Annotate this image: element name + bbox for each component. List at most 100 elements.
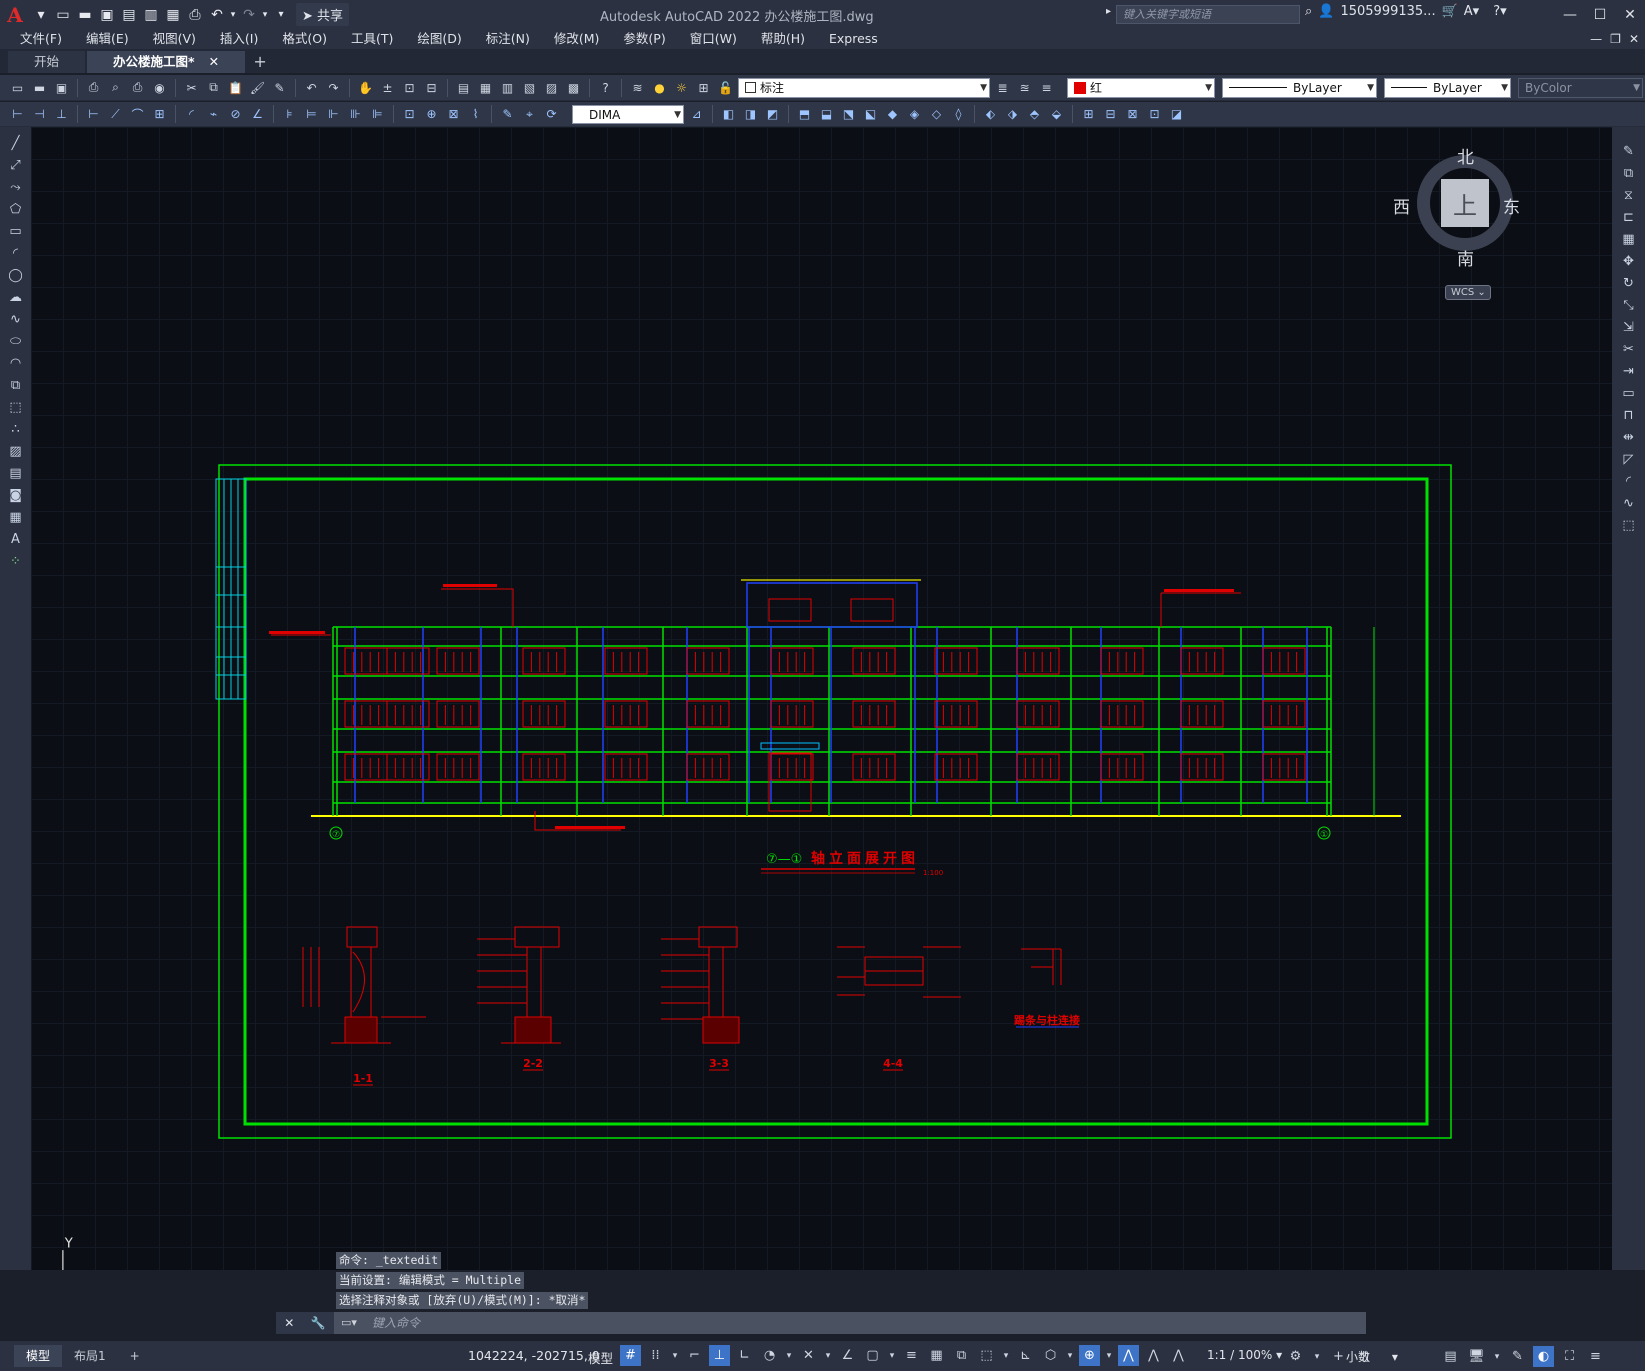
dim-update-icon[interactable]: ⊥	[52, 105, 71, 124]
jogged-linear-icon[interactable]: ⌇	[466, 105, 485, 124]
break-at-point-icon[interactable]: ▭	[1618, 383, 1640, 403]
snap-dropdown-icon[interactable]: ▾	[670, 1345, 680, 1366]
insert-block-icon[interactable]: ⧉	[5, 375, 27, 395]
jogged-dim-icon[interactable]: ⌁	[204, 105, 223, 124]
circle-icon[interactable]: ◯	[5, 265, 27, 285]
publish-icon[interactable]: ▦	[162, 4, 184, 26]
menu-insert[interactable]: 插入(I)	[208, 29, 270, 49]
clean-screen-icon[interactable]: ⛶	[1559, 1346, 1580, 1367]
sheet-set-icon[interactable]: ▧	[520, 78, 539, 97]
plot-icon[interactable]: ⎙	[184, 4, 206, 26]
inspection-icon[interactable]: ⊠	[444, 105, 463, 124]
search-input[interactable]: 键入关键字或短语	[1116, 5, 1300, 24]
dynamic-ucs-icon[interactable]: ⊾	[1015, 1345, 1036, 1366]
ortho-icon[interactable]: ∟	[734, 1345, 755, 1366]
ellipse-arc-icon[interactable]: ◠	[5, 353, 27, 373]
layer-properties-icon[interactable]: ≋	[628, 78, 647, 97]
app-menu-chevron-icon[interactable]: ▾	[30, 4, 52, 26]
isolate-objects-icon[interactable]: ✎	[1507, 1346, 1528, 1367]
command-recent-icon[interactable]: ▭▾	[334, 1312, 364, 1334]
lineweight-display-icon[interactable]: ≡	[901, 1345, 922, 1366]
chamfer-icon[interactable]: ◸	[1618, 449, 1640, 469]
fillet-icon[interactable]: ◜	[1618, 471, 1640, 491]
section-plane-icon[interactable]: ⬙	[1047, 105, 1066, 124]
web-save-icon[interactable]: ▥	[140, 4, 162, 26]
customize-qat-icon[interactable]: ▾	[270, 4, 292, 26]
point-icon[interactable]: ∴	[5, 419, 27, 439]
polyline-icon[interactable]: ⤳	[5, 177, 27, 197]
menu-view[interactable]: 视图(V)	[141, 29, 208, 49]
dim-style-icon[interactable]: ⊣	[30, 105, 49, 124]
add-layout-button[interactable]: +	[118, 1345, 152, 1367]
doc-restore-button[interactable]: ❐	[1610, 29, 1621, 49]
viewcube-top-face[interactable]: 上	[1441, 179, 1489, 227]
revolve-icon[interactable]: ⬕	[861, 105, 880, 124]
compass-east[interactable]: 东	[1503, 193, 1520, 218]
offset-icon[interactable]: ⊏	[1618, 207, 1640, 227]
3d-rotate-icon[interactable]: ⊟	[1101, 105, 1120, 124]
subtract-icon[interactable]: ◇	[927, 105, 946, 124]
sweep-icon[interactable]: ⬔	[839, 105, 858, 124]
tool-palettes-icon[interactable]: ▥	[498, 78, 517, 97]
selection-cycling-icon[interactable]: ⧉	[951, 1345, 972, 1366]
modeling-cone-icon[interactable]: ◩	[763, 105, 782, 124]
rotate-icon[interactable]: ↻	[1618, 273, 1640, 293]
open-icon[interactable]: ▬	[30, 78, 49, 97]
search-icon[interactable]: ⌕	[1305, 4, 1312, 19]
dimstyle-dropdown[interactable]: DIMA ▼	[572, 104, 684, 124]
selection-filter-icon[interactable]: ⬡	[1040, 1345, 1061, 1366]
erase-icon[interactable]: ✎	[1618, 141, 1640, 161]
stretch-icon[interactable]: ⇲	[1618, 317, 1640, 337]
workspace-dropdown-icon[interactable]: ▾	[1312, 1346, 1322, 1367]
open-folder-icon[interactable]: ▬	[74, 4, 96, 26]
trim-icon[interactable]: ✂	[1618, 339, 1640, 359]
plot-preview-icon[interactable]: ⌕	[106, 78, 125, 97]
rectangle-icon[interactable]: ▭	[5, 221, 27, 241]
isodraft-dropdown-icon[interactable]: ▾	[823, 1345, 833, 1366]
cut-icon[interactable]: ✂	[182, 78, 201, 97]
3d-osnap-dropdown-icon[interactable]: ▾	[1001, 1345, 1011, 1366]
menu-modify[interactable]: 修改(M)	[542, 29, 612, 49]
model-space-toggle[interactable]: 模型	[588, 1348, 613, 1367]
thicken-icon[interactable]: ⬗	[1003, 105, 1022, 124]
plotstyle-dropdown[interactable]: ByColor ▼	[1518, 77, 1643, 98]
diameter-dim-icon[interactable]: ⊘	[226, 105, 245, 124]
osnap-dropdown-icon[interactable]: ▾	[887, 1345, 897, 1366]
gradient-icon[interactable]: ▤	[5, 463, 27, 483]
lock-ui-icon[interactable]: 🖥	[1466, 1346, 1487, 1367]
dim-space-icon[interactable]: ⊪	[346, 105, 365, 124]
dynamic-input-icon[interactable]: ⊥	[709, 1345, 730, 1366]
maximize-button[interactable]: ☐	[1585, 0, 1615, 29]
menu-help[interactable]: 帮助(H)	[749, 29, 817, 49]
snap-icon[interactable]: ⁞⁞	[645, 1345, 666, 1366]
menu-file[interactable]: 文件(F)	[8, 29, 74, 49]
continue-dim-icon[interactable]: ⊩	[324, 105, 343, 124]
save-icon[interactable]: ▣	[96, 4, 118, 26]
radius-dim-icon[interactable]: ◜	[182, 105, 201, 124]
spline-icon[interactable]: ∿	[5, 309, 27, 329]
color-dropdown[interactable]: 红 ▼	[1067, 77, 1215, 98]
graphics-performance-icon[interactable]: ◐	[1533, 1346, 1554, 1367]
menu-express[interactable]: Express	[817, 29, 890, 49]
menu-format[interactable]: 格式(O)	[270, 29, 339, 49]
menu-draw[interactable]: 绘图(D)	[405, 29, 473, 49]
autodesk-a360-icon[interactable]: A▾	[1464, 4, 1479, 19]
modeling-box-icon[interactable]: ◧	[719, 105, 738, 124]
tab-start[interactable]: 开始	[8, 51, 86, 73]
add-selected-icon[interactable]: ⁘	[5, 551, 27, 571]
table-icon[interactable]: ▦	[5, 507, 27, 527]
make-block-icon[interactable]: ⬚	[5, 397, 27, 417]
cart-icon[interactable]: 🛒	[1442, 4, 1458, 19]
interfere-icon[interactable]: ⬘	[1025, 105, 1044, 124]
design-center-icon[interactable]: ▦	[476, 78, 495, 97]
new-file-icon[interactable]: ▭	[52, 4, 74, 26]
slice-icon[interactable]: ⬖	[981, 105, 1000, 124]
transparency-icon[interactable]: ▦	[926, 1345, 947, 1366]
command-close-icon[interactable]: ✕	[284, 1316, 294, 1330]
command-customize-icon[interactable]: 🔧	[311, 1316, 326, 1330]
compass-south[interactable]: 南	[1457, 245, 1474, 270]
tolerance-icon[interactable]: ⊡	[400, 105, 419, 124]
menu-parametric[interactable]: 参数(P)	[611, 29, 677, 49]
annotation-visibility-icon[interactable]: ⋀	[1118, 1345, 1139, 1366]
multiline-text-icon[interactable]: A	[5, 529, 27, 549]
